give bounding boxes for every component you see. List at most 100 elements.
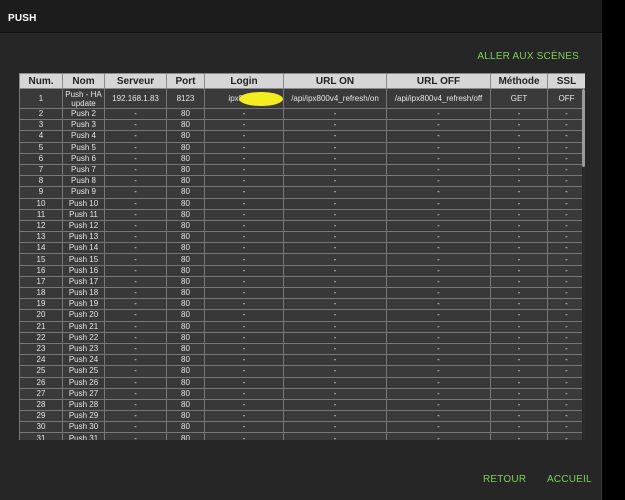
table-row[interactable]: 26 Push 26-80- - - - - [19,376,585,389]
table-row[interactable]: 6 Push 6-80- - - - - [19,152,585,165]
col-header-server[interactable]: Serveur [104,73,167,89]
cell-url-on: - [283,387,387,400]
cell-url-off: - [386,275,491,289]
table-row[interactable]: 10 Push 10-80- - - - - [19,197,585,210]
retour-button[interactable]: RETOUR [483,474,526,485]
table-row[interactable]: 13 Push 13-80- - - - - [19,231,585,244]
table-row[interactable]: 7 Push 7-80- - - - - [19,163,585,177]
cell-port: 80 [166,354,205,367]
col-header-url-off[interactable]: URL OFF [386,73,491,89]
table-row[interactable]: 17 Push 17-80- - - - - [19,275,585,289]
table-row[interactable]: 24 Push 24-80- - - - - [19,354,585,367]
cell-name: Push 12 [62,219,105,233]
cell-ssl: - [547,376,585,389]
cell-url-on: - [283,152,387,165]
table-row[interactable]: 30 Push 30-80- - - - - [19,421,585,434]
cell-name: Push 26 [62,376,105,389]
cell-port: 80 [166,421,205,434]
cell-method: - [490,219,548,233]
cell-ssl: - [547,141,585,154]
cell-port: 80 [166,119,205,132]
cell-name: Push 3 [62,119,105,132]
table-row[interactable]: 12 Push 12-80- - - - - [19,219,585,233]
go-to-scenes-link[interactable]: ALLER AUX SCÈNES [477,51,579,62]
cell-method: - [490,197,548,210]
col-header-url-on[interactable]: URL ON [283,73,387,89]
table-row[interactable]: 9 Push 9-80- - - - - [19,186,585,199]
table-row[interactable]: 27 Push 27-80- - - - - [19,387,585,400]
push-table-container[interactable]: Num. Nom Serveur Port Login URL ON URL O… [19,73,585,440]
cell-url-off: - [386,398,491,412]
cell-login: - [204,376,284,389]
cell-url-on: - [283,253,387,266]
cell-num: 9 [19,186,63,199]
cell-ssl: - [547,152,585,165]
cell-method: - [490,398,548,412]
cell-server: - [104,130,167,143]
cell-server: - [104,354,167,367]
table-row[interactable]: 3 Push 3-80- - - - - [19,119,585,132]
cell-url-on: - [283,141,387,154]
table-row[interactable]: 20 Push 20-80- - - - - [19,309,585,322]
cell-num: 31 [19,432,63,440]
scrollbar-thumb[interactable] [582,89,585,167]
cell-url-on: - [283,331,387,344]
col-header-name[interactable]: Nom [62,73,105,89]
cell-url-on: - [283,130,387,143]
cell-method: - [490,175,548,188]
cell-server: - [104,376,167,389]
table-row[interactable]: 18 Push 18-80- - - - - [19,286,585,300]
table-scrollbar[interactable] [582,89,585,440]
cell-url-on: - [283,186,387,199]
cell-login: - [204,208,284,221]
accueil-button[interactable]: ACCUEIL [547,474,592,485]
table-row[interactable]: 4 Push 4-80- - - - - [19,130,585,143]
cell-url-off: - [386,331,491,344]
cell-method: - [490,275,548,289]
cell-name: Push 23 [62,342,105,356]
cell-server: - [104,410,167,423]
table-row[interactable]: 1Push - HA update192.168.1.838123ipx800:… [19,88,585,109]
cell-ssl: - [547,119,585,132]
cell-ssl: - [547,253,585,266]
table-row[interactable]: 19 Push 19-80- - - - - [19,298,585,311]
cell-port: 80 [166,163,205,177]
table-row[interactable]: 28 Push 28-80- - - - - [19,398,585,412]
cell-port: 80 [166,309,205,322]
table-row[interactable]: 5 Push 5-80- - - - - [19,141,585,154]
cell-login: - [204,219,284,233]
table-row[interactable]: 23 Push 23-80- - - - - [19,342,585,356]
cell-url-on: - [283,309,387,322]
col-header-ssl[interactable]: SSL [547,73,585,89]
table-row[interactable]: 22 Push 22-80- - - - - [19,331,585,344]
cell-name: Push 7 [62,163,105,177]
table-row[interactable]: 31 Push 31-80- - - - - [19,432,585,440]
table-row[interactable]: 29 Push 29-80- - - - - [19,410,585,423]
cell-url-off: - [386,264,491,277]
table-row[interactable]: 2 Push 2-80- - - - - [19,107,585,121]
cell-server: - [104,342,167,356]
table-row[interactable]: 8 Push 8-80- - - - - [19,175,585,188]
cell-url-on: - [283,298,387,311]
cell-url-off: - [386,387,491,400]
col-header-num[interactable]: Num. [19,73,63,89]
col-header-login[interactable]: Login [204,73,284,89]
cell-num: 30 [19,421,63,434]
table-row[interactable]: 14 Push 14-80- - - - - [19,242,585,255]
cell-login: - [204,331,284,344]
cell-port: 80 [166,275,205,289]
cell-url-on: /api/ipx800v4_refresh/on [283,88,387,109]
cell-server: - [104,152,167,165]
col-header-port[interactable]: Port [166,73,205,89]
cell-server: - [104,231,167,244]
cell-port: 80 [166,365,205,378]
table-row[interactable]: 25 Push 25-80- - - - - [19,365,585,378]
cell-server: - [104,275,167,289]
cell-name: Push 19 [62,298,105,311]
col-header-method[interactable]: Méthode [490,73,548,89]
table-row[interactable]: 11 Push 11-80- - - - - [19,208,585,221]
table-row[interactable]: 15 Push 15-80- - - - - [19,253,585,266]
table-row[interactable]: 21 Push 21-80- - - - - [19,320,585,333]
cell-server: - [104,208,167,221]
table-row[interactable]: 16 Push 16-80- - - - - [19,264,585,277]
